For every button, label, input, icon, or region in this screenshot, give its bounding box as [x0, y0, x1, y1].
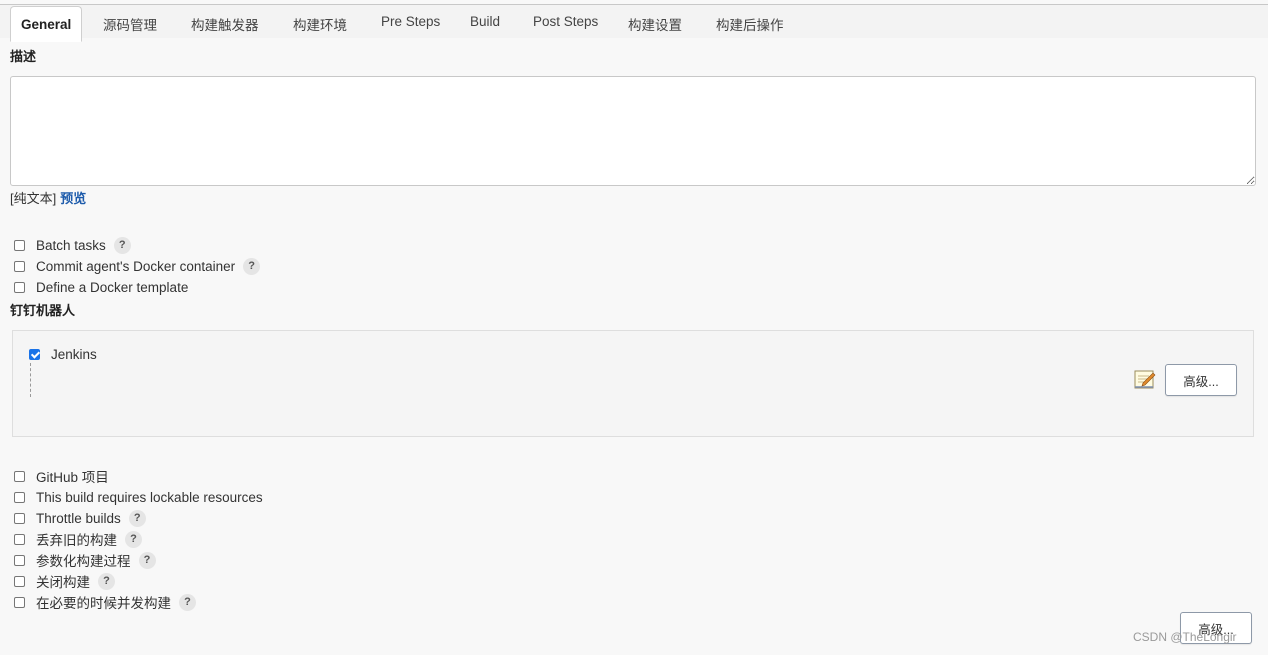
checkbox[interactable] [14, 470, 25, 482]
format-plain-text: [纯文本] [10, 191, 57, 206]
option-label: Commit agent's Docker container [36, 258, 236, 274]
option-discard-old-builds: 丢弃旧的构建 ? [14, 530, 142, 548]
notepad-pencil-icon[interactable] [1133, 367, 1157, 391]
tab-bar: General 源码管理 构建触发器 构建环境 Pre Steps Build … [0, 5, 1268, 42]
option-label: GitHub 项目 [36, 470, 109, 485]
robot-label: Jenkins [51, 346, 97, 362]
checkbox[interactable] [14, 491, 25, 503]
option-disable-build: 关闭构建 ? [14, 572, 115, 590]
option-label: Define a Docker template [36, 279, 189, 295]
tab-source-control[interactable]: 源码管理 [103, 14, 157, 34]
help-icon[interactable]: ? [138, 551, 156, 569]
checkbox[interactable] [14, 596, 25, 608]
checkbox[interactable] [14, 260, 25, 272]
help-icon[interactable]: ? [179, 593, 196, 611]
option-label: 在必要的时候并发构建 [36, 596, 171, 611]
checkbox[interactable] [14, 512, 25, 524]
option-label: 丢弃旧的构建 [36, 533, 117, 548]
description-textarea[interactable] [10, 76, 1256, 186]
checkbox[interactable] [14, 533, 25, 545]
option-label: Throttle builds [36, 510, 121, 526]
option-label: This build requires lockable resources [36, 489, 263, 505]
tab-post-build-actions[interactable]: 构建后操作 [716, 14, 784, 34]
dingtalk-robot-jenkins: Jenkins [29, 345, 97, 363]
checkbox[interactable] [14, 281, 25, 293]
dingtalk-section-label: 钉钉机器人 [10, 303, 76, 318]
option-label: 参数化构建过程 [36, 554, 131, 569]
checkbox[interactable] [14, 239, 25, 251]
option-throttle-builds: Throttle builds ? [14, 509, 146, 527]
tab-pre-steps[interactable]: Pre Steps [381, 14, 440, 29]
tab-build-environment[interactable]: 构建环境 [293, 14, 347, 34]
dingtalk-robot-panel [12, 330, 1254, 437]
checkbox-checked[interactable] [29, 348, 40, 360]
help-icon[interactable]: ? [128, 509, 146, 527]
option-github-project: GitHub 项目 [14, 467, 109, 485]
help-icon[interactable]: ? [113, 236, 131, 254]
option-define-docker-template: Define a Docker template [14, 278, 188, 296]
checkbox[interactable] [14, 575, 25, 587]
preview-link[interactable]: 预览 [60, 191, 86, 206]
tab-build[interactable]: Build [470, 14, 500, 29]
tab-build-triggers[interactable]: 构建触发器 [191, 14, 259, 34]
help-icon[interactable]: ? [125, 530, 142, 548]
option-label: Batch tasks [36, 237, 106, 253]
watermark: CSDN @TheLongir [1133, 630, 1237, 644]
option-parameterized-build: 参数化构建过程 ? [14, 551, 156, 569]
tab-build-settings[interactable]: 构建设置 [628, 14, 682, 34]
help-icon[interactable]: ? [98, 572, 115, 590]
tab-post-steps[interactable]: Post Steps [533, 14, 598, 29]
dashed-guide [30, 363, 31, 397]
tab-general[interactable]: General [10, 6, 83, 42]
description-label: 描述 [10, 49, 37, 64]
option-lockable-resources: This build requires lockable resources [14, 488, 263, 506]
option-batch-tasks: Batch tasks ? [14, 236, 131, 254]
dingtalk-advanced-button[interactable]: 高级... [1165, 364, 1237, 396]
option-label: 关闭构建 [36, 575, 90, 590]
help-icon[interactable]: ? [243, 257, 261, 275]
format-line: [纯文本] 预览 [10, 188, 86, 207]
checkbox[interactable] [14, 554, 25, 566]
option-commit-docker-container: Commit agent's Docker container ? [14, 257, 261, 275]
option-concurrent-builds: 在必要的时候并发构建 ? [14, 593, 196, 611]
